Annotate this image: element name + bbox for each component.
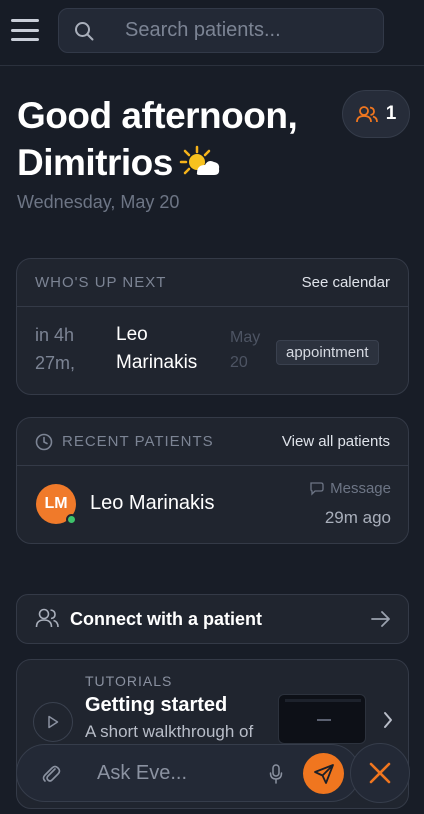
recent-patients-header: RECENT PATIENTS View all patients — [17, 418, 408, 466]
message-icon — [310, 482, 324, 496]
current-date: Wednesday, May 20 — [17, 192, 180, 212]
connect-patient-button[interactable]: Connect with a patient — [16, 594, 409, 644]
send-button[interactable] — [303, 753, 344, 794]
search-input[interactable] — [125, 9, 375, 52]
play-button[interactable] — [33, 702, 73, 742]
sun-cloud-icon — [179, 143, 221, 190]
recent-label-group: RECENT PATIENTS — [35, 433, 214, 451]
tutorial-description: A short walkthrough of — [85, 722, 254, 741]
next-date: May 20 — [230, 329, 261, 371]
see-calendar-link[interactable]: See calendar — [302, 274, 390, 291]
up-next-card: WHO'S UP NEXT See calendar in 4h 27m, Le… — [16, 258, 409, 395]
user-name: Dimitrios — [17, 142, 173, 183]
menu-icon-line — [11, 19, 39, 22]
online-indicator — [66, 514, 77, 525]
view-all-patients-link[interactable]: View all patients — [282, 433, 390, 450]
appointment-badge: appointment — [276, 340, 379, 365]
tutorial-title: Getting started — [85, 694, 228, 716]
recent-patients-label: RECENT PATIENTS — [62, 433, 214, 450]
greeting-heading: Good afternoon, Dimitrios — [17, 92, 337, 190]
mic-icon[interactable] — [269, 764, 283, 784]
ask-eve-bar — [16, 744, 360, 802]
up-next-label: WHO'S UP NEXT — [35, 274, 167, 291]
paperclip-icon[interactable] — [41, 763, 61, 785]
chevron-right-icon — [384, 712, 392, 728]
recent-patient-row[interactable]: LM Leo Marinakis Message 29m ago — [17, 466, 408, 543]
tutorials-label: TUTORIALS — [85, 673, 173, 689]
search-icon — [75, 22, 94, 41]
clock-icon — [35, 433, 53, 450]
recent-patient-name: Leo Marinakis — [90, 492, 215, 514]
avatar: LM — [36, 484, 77, 525]
users-icon — [355, 106, 378, 123]
menu-icon-line — [11, 38, 39, 41]
recent-patients-card: RECENT PATIENTS View all patients LM Leo… — [16, 417, 409, 544]
thumbnail-bar — [285, 699, 361, 702]
next-time: in 4h 27m, — [35, 325, 76, 373]
avatar-initials: LM — [44, 495, 68, 512]
connect-patient-label: Connect with a patient — [70, 609, 263, 629]
message-label: Message — [330, 480, 391, 497]
arrow-right-icon — [371, 611, 390, 627]
message-button[interactable]: Message — [309, 480, 391, 497]
play-icon — [48, 715, 59, 729]
next-appointment[interactable]: in 4h 27m, Leo Marinakis May 20 appointm… — [17, 307, 408, 394]
team-count: 1 — [385, 103, 397, 124]
close-icon — [369, 762, 391, 784]
ask-eve-input[interactable] — [97, 745, 257, 801]
team-button[interactable]: 1 — [342, 90, 410, 138]
send-icon — [313, 763, 334, 784]
users-icon — [35, 608, 59, 628]
menu-button[interactable] — [11, 19, 39, 41]
up-next-header: WHO'S UP NEXT See calendar — [17, 259, 408, 307]
top-bar — [0, 0, 424, 66]
close-button[interactable] — [350, 743, 410, 803]
menu-icon-line — [11, 28, 39, 32]
greeting-line: Good afternoon, — [17, 95, 298, 136]
thumbnail-spot — [317, 719, 331, 721]
next-patient-name: Leo Marinakis — [116, 324, 198, 373]
last-seen: 29m ago — [324, 508, 391, 527]
search-box[interactable] — [58, 8, 384, 53]
tutorial-thumbnail — [278, 694, 366, 744]
